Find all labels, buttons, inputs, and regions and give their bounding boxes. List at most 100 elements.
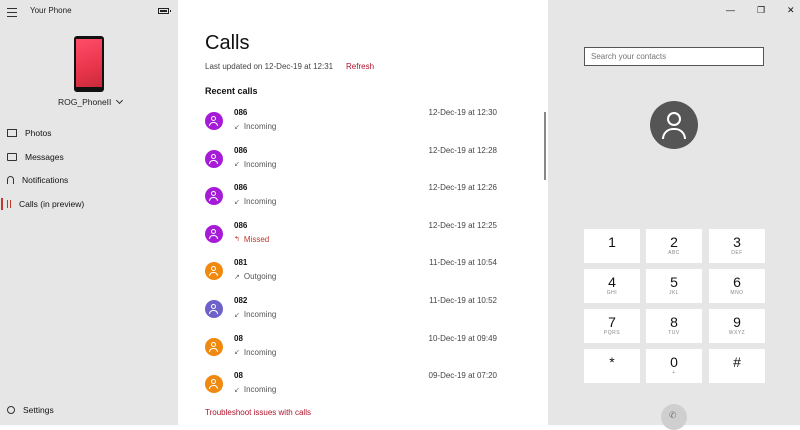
dialpad-letters: ABC xyxy=(668,250,680,256)
dialpad-key[interactable]: 8 TUV xyxy=(646,309,702,343)
dialpad-letters: JKL xyxy=(668,290,680,296)
minimize-icon[interactable]: — xyxy=(726,5,735,15)
sidebar: Your Phone ROG_PhoneII Photos Messages N… xyxy=(0,0,178,425)
sidebar-item-notifications[interactable]: Notifications xyxy=(0,170,178,190)
call-type-label: Missed xyxy=(243,234,270,244)
title-bar: Your Phone xyxy=(0,0,178,24)
bell-icon xyxy=(7,176,14,184)
sidebar-item-label: Settings xyxy=(23,405,54,415)
call-list-item[interactable]: 08 ↙ Incoming 10-Dec-19 at 09:49 xyxy=(205,334,525,368)
call-type-label: Incoming xyxy=(243,159,277,169)
call-timestamp: 11-Dec-19 at 10:52 xyxy=(429,296,497,305)
dialpad-key[interactable]: # xyxy=(709,349,765,383)
call-type: ↰ Missed xyxy=(234,235,269,244)
dialpad-key[interactable]: 9 WXYZ xyxy=(709,309,765,343)
dialpad-key[interactable]: 6 MNO xyxy=(709,269,765,303)
call-type-label: Incoming xyxy=(243,197,277,207)
call-direction-icon: ↰ xyxy=(234,236,240,244)
app-title: Your Phone xyxy=(30,6,72,15)
call-timestamp: 12-Dec-19 at 12:25 xyxy=(428,220,498,230)
close-icon[interactable]: ✕ xyxy=(787,5,795,16)
call-direction-icon: ↙ xyxy=(234,198,240,206)
dialpad-letters: TUV xyxy=(668,330,680,336)
last-updated-text: Last updated on 12-Dec-19 at 12:31 xyxy=(205,62,334,71)
sidebar-item-label: Notifications xyxy=(22,175,69,185)
sidebar-item-photos[interactable]: Photos xyxy=(0,123,178,143)
message-icon xyxy=(7,153,17,161)
dialpad-digit: 5 xyxy=(670,274,678,290)
call-list-item[interactable]: 08 ↙ Incoming 09-Dec-19 at 07:20 xyxy=(205,371,525,405)
call-number: 08 xyxy=(234,333,243,343)
call-list-item[interactable]: 086 ↙ Incoming 12-Dec-19 at 12:28 xyxy=(205,146,525,180)
call-timestamp: 12-Dec-19 at 12:30 xyxy=(428,108,498,117)
call-list-item[interactable]: 086 ↙ Incoming 12-Dec-19 at 12:30 xyxy=(205,108,525,142)
dialpad-key[interactable]: 4 GHI xyxy=(584,269,640,303)
call-number: 082 xyxy=(234,296,248,305)
contact-avatar xyxy=(650,101,698,149)
dialpad-letters: PQRS xyxy=(603,330,621,336)
sidebar-item-calls[interactable]: Calls (in preview) xyxy=(0,194,178,214)
dialpad-digit: 4 xyxy=(608,274,616,290)
dialpad-key[interactable]: 7 PQRS xyxy=(584,309,640,343)
contact-avatar-icon xyxy=(205,149,223,168)
hamburger-menu-icon[interactable] xyxy=(7,8,17,17)
contact-avatar-icon xyxy=(205,375,223,394)
call-list-item[interactable]: 082 ↙ Incoming 11-Dec-19 at 10:52 xyxy=(205,296,525,330)
call-direction-icon: ↙ xyxy=(234,123,240,131)
call-type: ↙ Incoming xyxy=(234,122,276,131)
restore-icon[interactable]: ❐ xyxy=(757,5,765,16)
dialpad-digit: # xyxy=(733,354,741,370)
call-type-label: Incoming xyxy=(243,385,277,395)
call-direction-icon: ↙ xyxy=(234,349,240,357)
call-type: ↙ Incoming xyxy=(234,160,276,169)
call-direction-icon: ↙ xyxy=(234,386,240,394)
gear-icon xyxy=(7,406,15,414)
call-list-item[interactable]: 081 ↗ Outgoing 11-Dec-19 at 10:54 xyxy=(205,258,525,292)
call-type-label: Incoming xyxy=(243,347,277,357)
dialpad-letters: MNO xyxy=(730,290,744,296)
calls-icon xyxy=(7,200,11,208)
call-type: ↗ Outgoing xyxy=(234,272,276,281)
call-timestamp: 11-Dec-19 at 10:54 xyxy=(429,258,497,268)
device-selector[interactable]: ROG_PhoneII xyxy=(58,96,124,107)
sidebar-item-messages[interactable]: Messages xyxy=(0,147,178,167)
call-button[interactable]: ✆ xyxy=(661,404,687,430)
call-list-item[interactable]: 086 ↙ Incoming 12-Dec-19 at 12:26 xyxy=(205,183,525,217)
recent-calls-heading: Recent calls xyxy=(205,86,258,96)
sidebar-item-label: Photos xyxy=(25,128,52,138)
call-list-item[interactable]: 086 ↰ Missed 12-Dec-19 at 12:25 xyxy=(205,221,525,255)
dialpad-key[interactable]: 3 DEF xyxy=(709,229,765,263)
dialpad-digit: * xyxy=(609,354,615,370)
sidebar-item-settings[interactable]: Settings xyxy=(0,400,178,420)
dialpad-letters: DEF xyxy=(731,250,743,256)
dialpad-digit: 2 xyxy=(670,234,678,250)
dialpad-digit: 7 xyxy=(608,314,616,330)
contact-avatar-icon xyxy=(205,300,223,318)
call-direction-icon: ↙ xyxy=(234,311,240,319)
device-name: ROG_PhoneII xyxy=(58,97,112,107)
dialpad-key[interactable]: * xyxy=(584,349,640,383)
call-type: ↙ Incoming xyxy=(234,385,276,394)
troubleshoot-link[interactable]: Troubleshoot issues with calls xyxy=(205,408,311,417)
contact-search-input[interactable] xyxy=(584,47,764,66)
dialpad-letters: WXYZ xyxy=(728,330,746,336)
refresh-link[interactable]: Refresh xyxy=(346,62,374,71)
scrollbar[interactable] xyxy=(544,112,546,180)
battery-icon xyxy=(158,8,171,14)
call-type: ↙ Incoming xyxy=(234,197,276,206)
call-number: 086 xyxy=(234,108,248,117)
call-type-label: Incoming xyxy=(243,122,277,131)
dialpad-digit: 9 xyxy=(733,314,741,330)
call-type: ↙ Incoming xyxy=(234,348,276,357)
dialpad-key[interactable]: 0 + xyxy=(646,349,702,383)
call-type: ↙ Incoming xyxy=(234,310,276,319)
dialpad-key[interactable]: 5 JKL xyxy=(646,269,702,303)
call-number: 081 xyxy=(234,258,248,268)
dialer-panel: — ❐ ✕ 12ABC3DEF4GHI5JKL6MNO7PQRS8TUV9WXY… xyxy=(548,0,800,430)
call-type-label: Incoming xyxy=(243,310,277,319)
dialpad-digit: 3 xyxy=(733,234,741,250)
dialpad-letters: GHI xyxy=(606,290,618,296)
dialpad-key[interactable]: 1 xyxy=(584,229,640,263)
dialpad-digit: 0 xyxy=(670,354,678,370)
dialpad-key[interactable]: 2 ABC xyxy=(646,229,702,263)
